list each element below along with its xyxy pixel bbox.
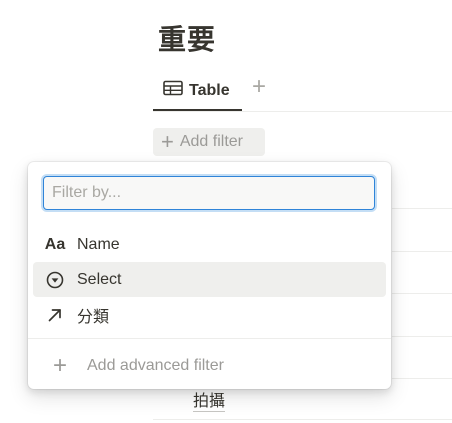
add-view-button[interactable]: + (248, 75, 270, 99)
table-row-divider (153, 419, 452, 420)
filter-property-category[interactable]: 分類 (33, 297, 386, 332)
add-filter-label: Add filter (179, 133, 243, 150)
table-row-divider (392, 208, 452, 209)
filter-property-name[interactable]: Aa Name (33, 227, 386, 262)
tab-table[interactable]: Table (153, 72, 242, 111)
tab-table-label: Table (189, 81, 230, 99)
add-advanced-filter-button[interactable]: + Add advanced filter (33, 349, 386, 383)
filter-property-select[interactable]: Select (33, 262, 386, 297)
table-row-divider (392, 293, 452, 294)
select-chevron-circle-icon (33, 271, 77, 289)
add-filter-button[interactable]: + Add filter (153, 128, 265, 156)
filter-search-input[interactable] (43, 176, 375, 210)
plus-icon: + (161, 129, 174, 154)
table-row-divider (392, 336, 452, 337)
view-tabs: Table + (153, 72, 452, 112)
property-label: 分類 (77, 306, 110, 326)
advanced-filter-label: Add advanced filter (87, 357, 224, 374)
table-row-divider (392, 378, 452, 379)
relation-arrow-icon (33, 307, 77, 323)
table-cell-text[interactable]: 拍攝 (193, 387, 226, 412)
table-row-divider (392, 251, 452, 252)
tabs-divider (153, 111, 452, 112)
text-type-icon: Aa (44, 235, 66, 253)
property-label: Name (77, 235, 120, 253)
table-icon (163, 80, 183, 101)
property-label: Select (77, 270, 122, 288)
filter-menu: Aa Name Select 分類 + Add advanced filter (28, 162, 391, 389)
plus-icon: + (52, 352, 67, 379)
page-title: 重要 (158, 23, 217, 56)
menu-divider (28, 338, 391, 339)
